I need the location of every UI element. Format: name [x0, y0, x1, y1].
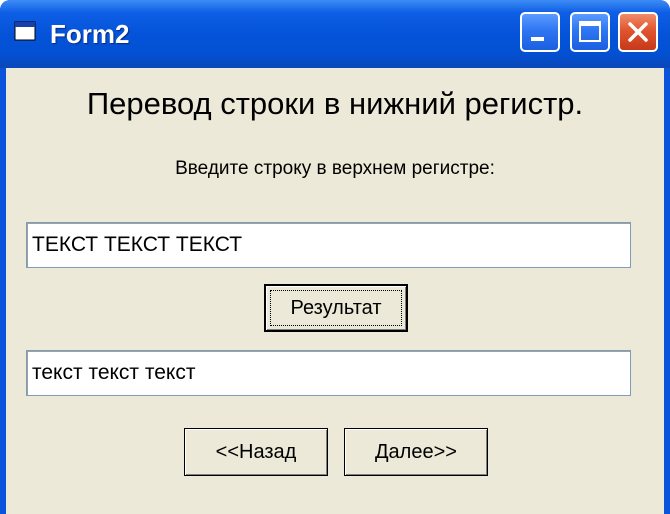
- form-heading: Перевод строки в нижний регистр.: [86, 86, 584, 121]
- maximize-button[interactable]: [570, 12, 610, 52]
- lowercase-output[interactable]: [26, 350, 631, 396]
- result-button[interactable]: Результат: [264, 284, 408, 332]
- close-icon: [628, 22, 648, 42]
- back-button[interactable]: <<Назад: [184, 428, 328, 476]
- input-prompt-label: Введите строку в верхнем регистре:: [175, 158, 495, 179]
- app-window-icon[interactable]: [14, 20, 36, 42]
- next-button-label: Далее>>: [375, 440, 457, 463]
- form-client-area: Перевод строки в нижний регистр. Введите…: [6, 68, 664, 514]
- next-button[interactable]: Далее>>: [344, 428, 488, 476]
- maximize-icon: [579, 21, 601, 42]
- uppercase-input[interactable]: [26, 222, 631, 268]
- minimize-button[interactable]: [520, 12, 560, 52]
- window-title: Form2: [50, 19, 130, 49]
- form2-window: Form2 Перевод строки в нижний регистр. В…: [0, 0, 670, 514]
- minimize-icon: [531, 37, 544, 41]
- focus-rectangle: [270, 290, 402, 326]
- back-button-label: <<Назад: [215, 440, 297, 463]
- close-button[interactable]: [618, 12, 658, 52]
- title-bar[interactable]: Form2: [0, 0, 670, 68]
